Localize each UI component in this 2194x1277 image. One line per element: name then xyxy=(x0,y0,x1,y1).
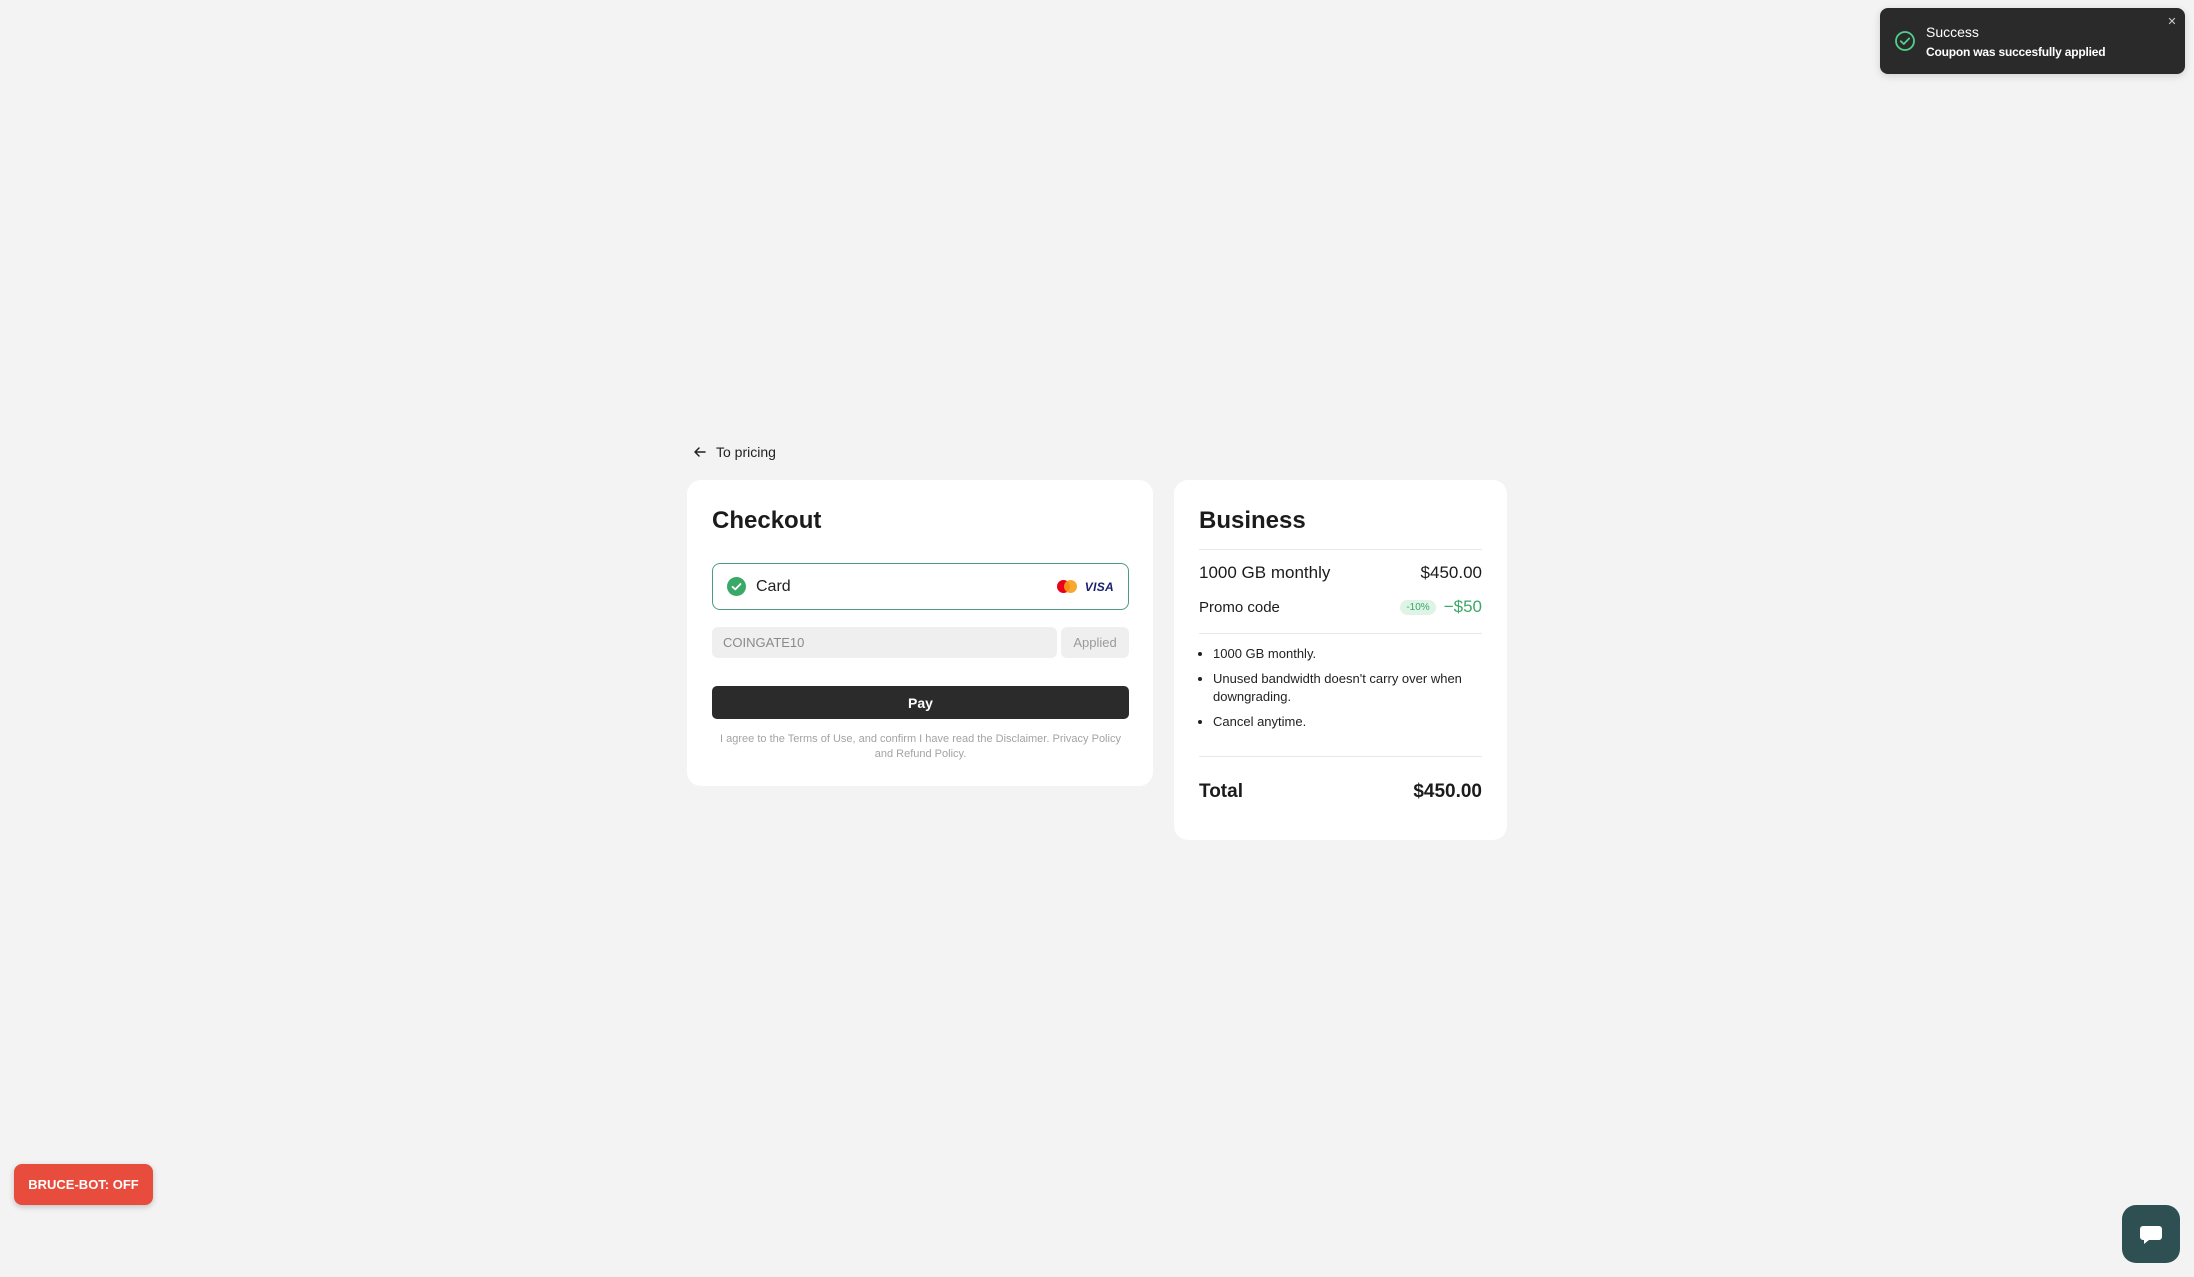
refund-policy-link[interactable]: Refund Policy xyxy=(896,748,963,760)
terms-of-use-link[interactable]: Terms of Use xyxy=(788,733,853,745)
plan-features-list: 1000 GB monthly. Unused bandwidth doesn'… xyxy=(1199,645,1496,738)
pay-button[interactable]: Pay xyxy=(712,686,1129,719)
mastercard-icon xyxy=(1056,580,1077,593)
checkout-card: Checkout Card VISA Applied Pay I agree t… xyxy=(687,480,1153,786)
total-label: Total xyxy=(1199,781,1243,802)
success-toast: Success Coupon was succesfully applied ✕ xyxy=(1880,8,2185,74)
promo-discount-badge: -10% xyxy=(1400,599,1436,615)
arrow-left-icon xyxy=(694,447,706,457)
back-to-pricing-link[interactable]: To pricing xyxy=(692,441,776,463)
check-circle-icon xyxy=(1895,31,1915,51)
list-item: Cancel anytime. xyxy=(1213,713,1496,731)
toast-title: Success xyxy=(1926,24,1979,40)
promo-discount-amount: −$50 xyxy=(1443,597,1482,616)
chat-bubble-icon xyxy=(2140,1226,2162,1244)
chat-launcher-button[interactable] xyxy=(2122,1205,2180,1263)
disclaimer-link[interactable]: Disclaimer xyxy=(996,733,1047,745)
promo-code-label: Promo code xyxy=(1199,598,1280,616)
total-value: $450.00 xyxy=(1413,781,1482,802)
divider xyxy=(1199,756,1482,757)
payment-method-label: Card xyxy=(756,577,791,595)
divider xyxy=(1199,633,1482,634)
payment-method-card-option[interactable]: Card VISA xyxy=(712,563,1129,610)
bruce-bot-toggle-button[interactable]: BRUCE-BOT: OFF xyxy=(14,1164,153,1205)
list-item: Unused bandwidth doesn't carry over when… xyxy=(1213,670,1496,706)
close-icon[interactable]: ✕ xyxy=(2164,13,2180,29)
plan-line-label: 1000 GB monthly xyxy=(1199,563,1331,582)
card-brands: VISA xyxy=(1056,579,1114,594)
coupon-applied-button[interactable]: Applied xyxy=(1061,627,1129,658)
toast-message: Coupon was succesfully applied xyxy=(1926,45,2106,59)
plan-line-price: $450.00 xyxy=(1420,563,1482,582)
coupon-input[interactable] xyxy=(712,627,1057,658)
order-summary-card: Business 1000 GB monthly $450.00 Promo c… xyxy=(1174,480,1507,840)
back-link-label: To pricing xyxy=(716,444,776,460)
list-item: 1000 GB monthly. xyxy=(1213,645,1496,663)
plan-line-row: 1000 GB monthly $450.00 xyxy=(1199,563,1482,583)
promo-code-row: Promo code -10% −$50 xyxy=(1199,597,1482,617)
check-circle-icon xyxy=(727,577,746,596)
privacy-policy-link[interactable]: Privacy Policy xyxy=(1052,733,1120,745)
checkout-title: Checkout xyxy=(712,507,822,534)
terms-text: I agree to the Terms of Use, and confirm… xyxy=(720,733,1121,760)
total-row: Total $450.00 xyxy=(1199,781,1482,803)
visa-icon: VISA xyxy=(1084,579,1114,594)
plan-title: Business xyxy=(1199,507,1306,534)
divider xyxy=(1199,549,1482,550)
